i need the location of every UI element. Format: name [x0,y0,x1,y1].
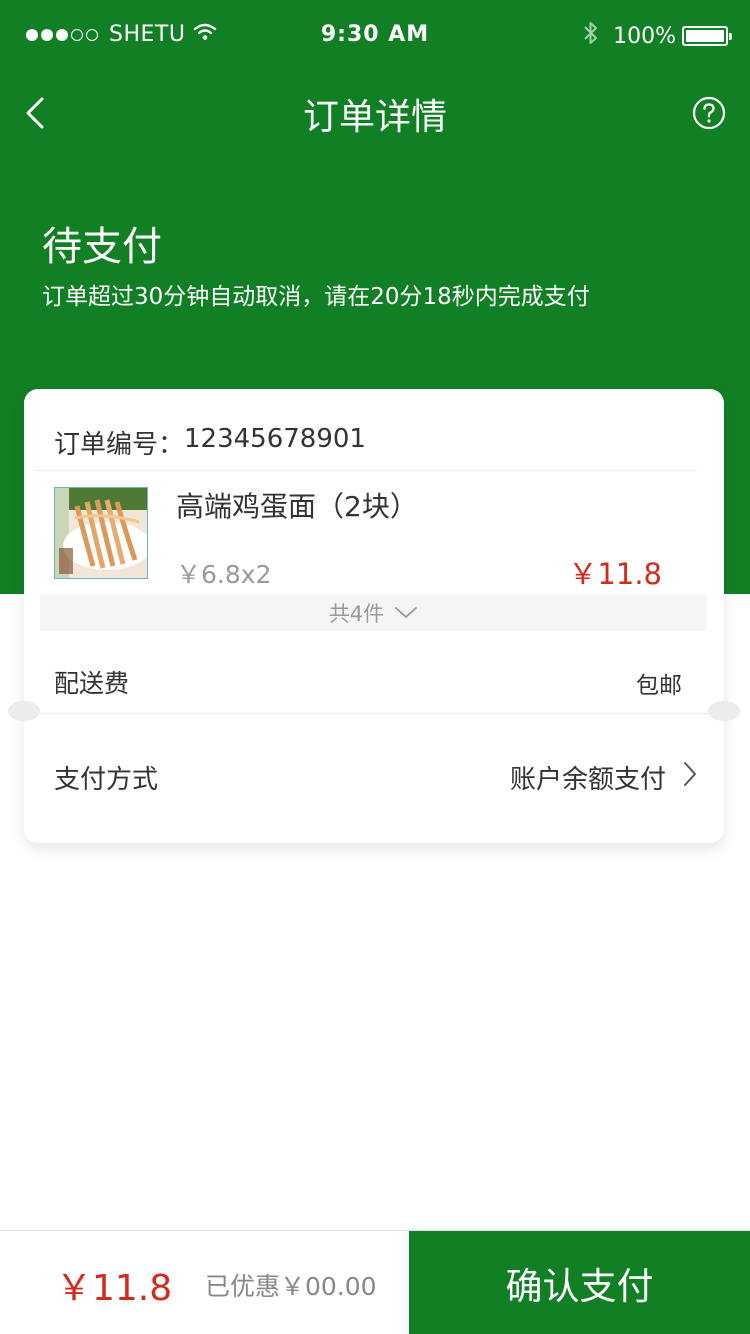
card-notch-right [708,701,740,721]
status-bar: SHETU 9:30 AM 100% [0,0,750,70]
product-total-price: ￥11.8 [568,557,662,591]
bluetooth-icon [583,20,599,52]
order-status-description: 订单超过30分钟自动取消，请在20分18秒内完成支付 [42,284,590,310]
shipping-value: 包邮 [636,673,682,699]
item-count: 共4件 [328,601,385,626]
order-status-title: 待支付 [42,224,162,270]
card-notch-left [8,701,40,721]
shipping-label: 配送费 [54,669,130,698]
confirm-payment-button[interactable]: 确认支付 [409,1231,750,1334]
footer-total-price: ￥11.8 [56,1268,173,1309]
payment-value: 账户余额支付 [509,765,666,795]
expand-items-button[interactable]: 共4件 [40,594,707,631]
footer-discount: 已优惠￥00.00 [205,1272,377,1301]
payment-method-row[interactable]: 支付方式 账户余额支付 [24,734,724,812]
chevron-right-icon [684,762,696,786]
question-circle-icon [692,96,726,130]
order-number-value: 12345678901 [184,424,366,454]
status-right: 100% [583,20,732,52]
page-title: 订单详情 [302,97,447,138]
battery-icon [682,26,732,46]
divider [36,470,697,471]
noodle-product-image [54,487,148,579]
product-unit-price: ￥6.8x2 [176,560,272,589]
chevron-down-icon [395,606,418,618]
product-name: 高端鸡蛋面（2块） [176,490,418,523]
divider [40,713,708,714]
help-button[interactable] [692,96,726,130]
order-number-label: 订单编号： [54,430,185,460]
battery-percent: 100% [613,23,676,49]
order-number: 订单编号： 12345678901 [54,424,366,461]
payment-label: 支付方式 [54,765,159,795]
checkout-footer: ￥11.8 已优惠￥00.00 确认支付 [0,1230,750,1334]
order-card: 订单编号： 12345678901 高端鸡蛋面（2块） ￥6.8x2 ￥11.8… [8,389,740,843]
